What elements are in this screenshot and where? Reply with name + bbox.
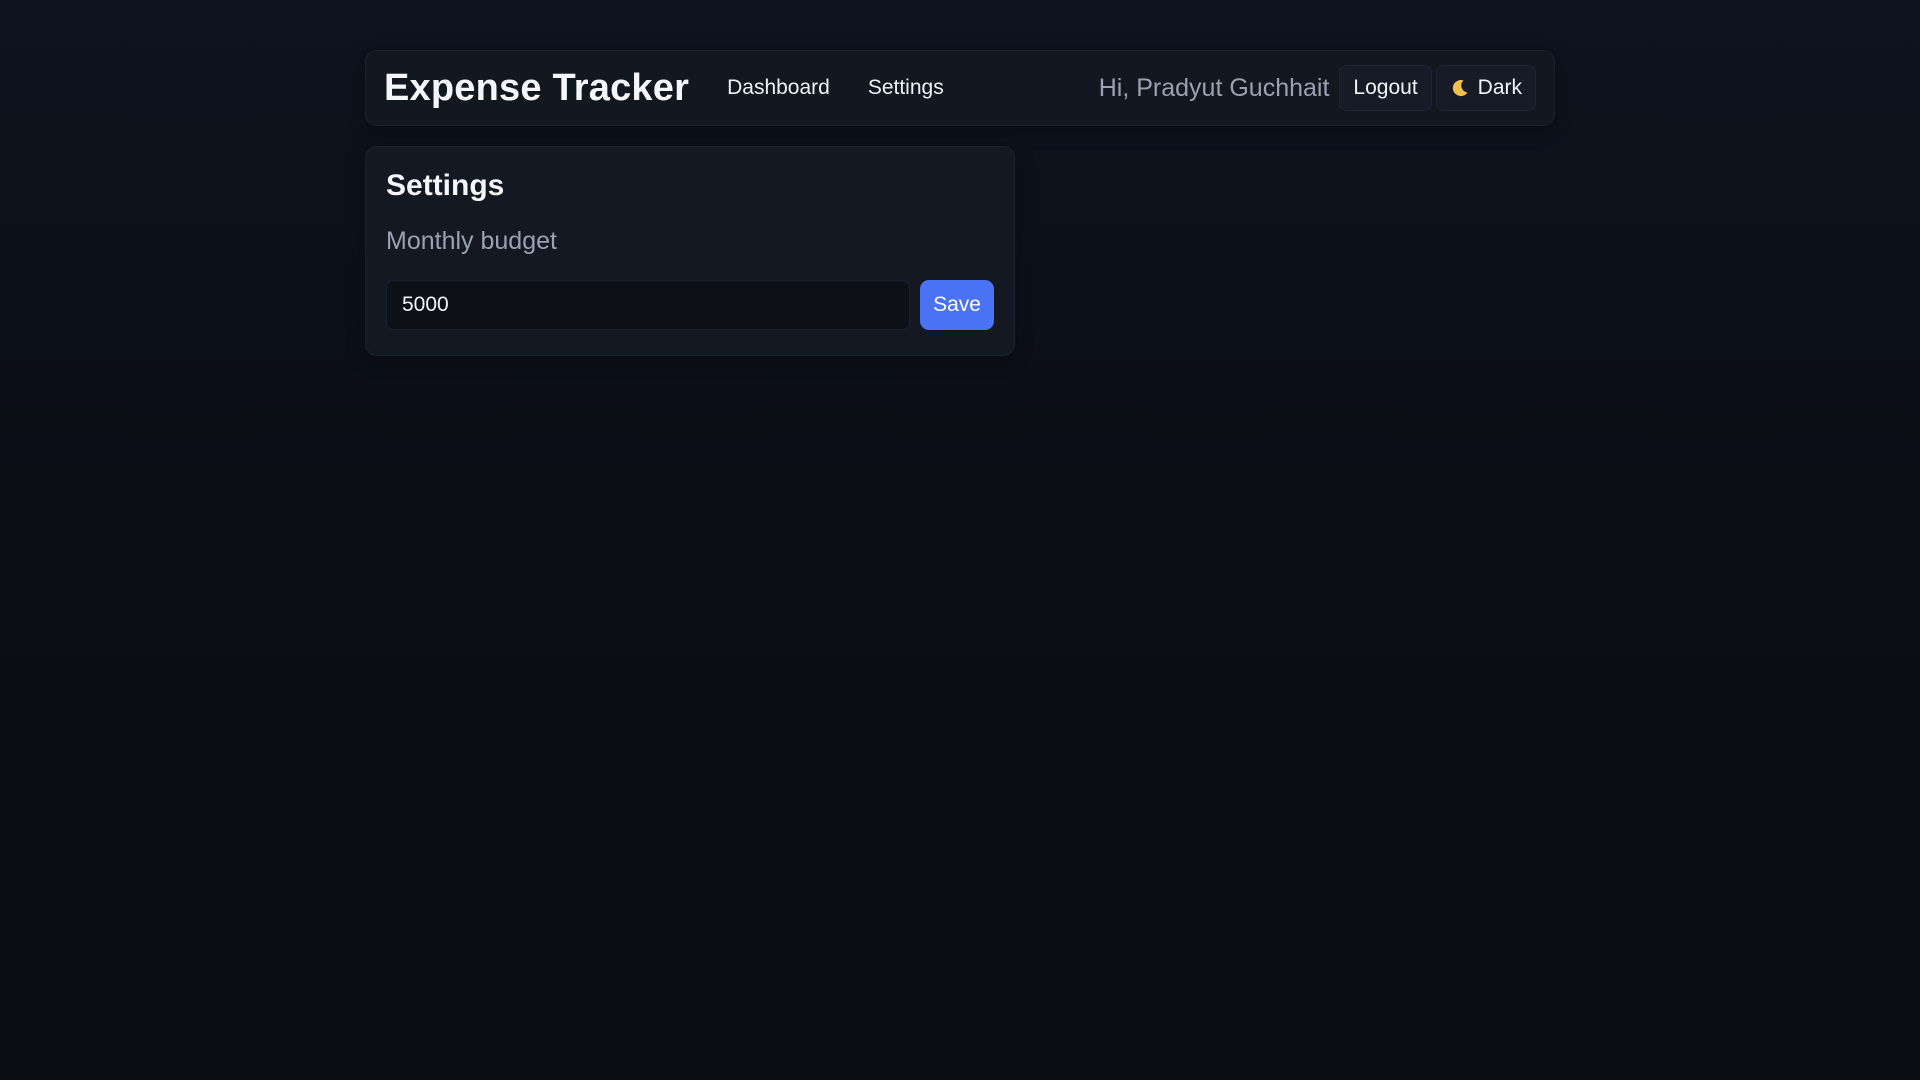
monthly-budget-input[interactable] (386, 280, 910, 330)
app-title: Expense Tracker (384, 66, 690, 109)
user-greeting: Hi, Pradyut Guchhait (1098, 73, 1330, 102)
nav-link-settings[interactable]: Settings (868, 76, 944, 100)
settings-card: Settings Monthly budget Save (365, 146, 1015, 356)
app-container: Expense Tracker Dashboard Settings Hi, P… (365, 50, 1555, 356)
monthly-budget-label: Monthly budget (386, 227, 557, 255)
logout-button[interactable]: Logout (1339, 65, 1432, 111)
logout-label: Logout (1353, 76, 1418, 99)
moon-icon (1450, 78, 1470, 98)
theme-toggle-label: Dark (1477, 76, 1522, 99)
save-button[interactable]: Save (920, 280, 994, 330)
theme-toggle-button[interactable]: Dark (1435, 65, 1536, 111)
budget-form-row: Save (386, 280, 994, 330)
main-nav: Dashboard Settings (727, 76, 944, 100)
nav-link-dashboard[interactable]: Dashboard (727, 76, 830, 100)
top-navbar: Expense Tracker Dashboard Settings Hi, P… (365, 50, 1555, 126)
settings-title: Settings (386, 169, 505, 202)
